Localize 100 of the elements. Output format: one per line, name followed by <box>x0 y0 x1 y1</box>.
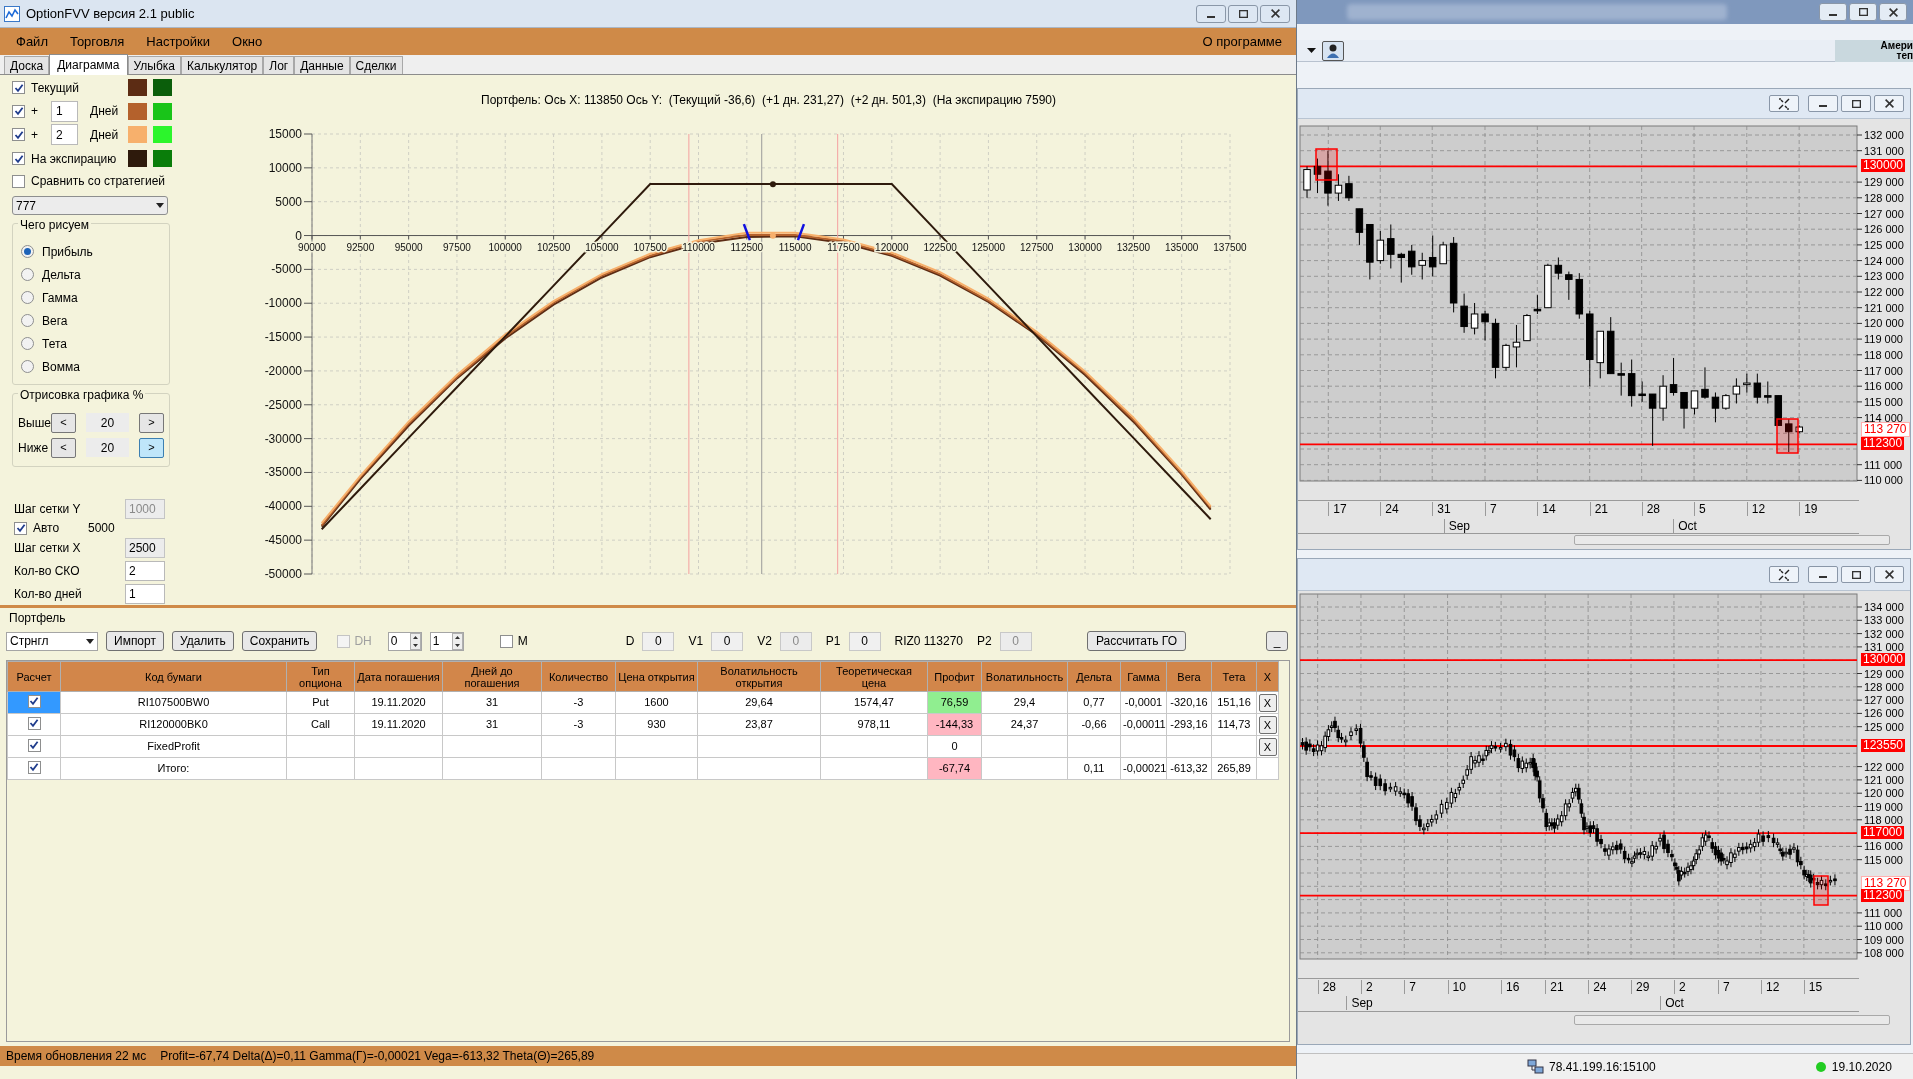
column-header[interactable]: Профит <box>927 661 982 692</box>
column-header[interactable]: Код бумаги <box>60 661 287 692</box>
increase-button[interactable]: > <box>139 437 164 458</box>
checkbox[interactable] <box>12 174 25 188</box>
color-swatch[interactable] <box>128 150 147 168</box>
checkbox[interactable] <box>27 716 41 730</box>
tab[interactable]: Лог <box>263 56 295 74</box>
checkbox[interactable] <box>12 152 25 166</box>
banner-ad[interactable]: Амери теп <box>1835 39 1913 62</box>
checkbox[interactable] <box>27 738 41 752</box>
checkbox[interactable] <box>12 128 25 142</box>
table-cell[interactable] <box>7 713 61 736</box>
minimize-button[interactable] <box>1819 3 1847 21</box>
column-header[interactable]: Дельта <box>1067 661 1121 692</box>
close-button[interactable] <box>1260 4 1290 23</box>
days-field[interactable]: 1 <box>51 100 78 122</box>
minimize-button[interactable] <box>1808 566 1838 583</box>
table-cell[interactable] <box>7 757 61 780</box>
input-field[interactable]: 0 <box>848 631 881 651</box>
maximize-button[interactable] <box>1849 3 1877 21</box>
color-swatch[interactable] <box>153 150 172 168</box>
increase-button[interactable]: > <box>139 412 164 433</box>
decrease-button[interactable]: < <box>51 412 76 433</box>
color-swatch[interactable] <box>153 126 172 144</box>
column-header[interactable]: Дней до погашения <box>442 661 542 692</box>
radio-button[interactable] <box>21 291 34 304</box>
close-button[interactable] <box>1874 95 1904 112</box>
checkbox[interactable] <box>27 694 41 708</box>
close-button[interactable] <box>1879 3 1907 21</box>
checkbox[interactable] <box>12 104 25 118</box>
maximize-button[interactable] <box>1841 95 1871 112</box>
color-swatch[interactable] <box>128 126 147 144</box>
radio-button[interactable] <box>21 245 34 258</box>
color-swatch[interactable] <box>153 102 172 120</box>
checkbox[interactable] <box>499 634 513 648</box>
checkbox[interactable] <box>14 521 27 535</box>
decrease-button[interactable]: < <box>51 437 76 458</box>
column-header[interactable]: Тета <box>1211 661 1257 692</box>
tab[interactable]: Улыбка <box>127 56 182 74</box>
toolbar-button[interactable]: Сохранить <box>241 631 318 651</box>
minimize-button[interactable] <box>1808 95 1838 112</box>
column-header[interactable]: Цена открытия <box>615 661 698 692</box>
color-swatch[interactable] <box>153 79 172 97</box>
person-button[interactable] <box>1322 40 1344 61</box>
number-spinner[interactable]: 0 <box>387 631 422 651</box>
scrollbar[interactable] <box>1574 1015 1890 1025</box>
menu-item[interactable]: Торговля <box>69 31 125 52</box>
maximize-button[interactable] <box>1228 4 1258 23</box>
table-cell[interactable] <box>7 735 61 758</box>
menu-item[interactable]: О программе <box>1202 31 1282 52</box>
input-field[interactable]: 0 <box>711 631 744 651</box>
input-field[interactable]: 2500 <box>125 537 165 558</box>
column-header[interactable]: Количество <box>541 661 616 692</box>
input-field[interactable]: 0 <box>642 631 675 651</box>
toolbar-button[interactable]: Удалить <box>171 631 234 651</box>
radio-button[interactable] <box>21 337 34 350</box>
value-field[interactable]: 20 <box>86 413 129 432</box>
minimize-button[interactable] <box>1196 4 1226 23</box>
caret-icon[interactable] <box>1307 48 1316 53</box>
input-field[interactable]: 1 <box>125 583 165 604</box>
remove-button[interactable]: X <box>1258 693 1277 712</box>
table-cell[interactable] <box>7 691 61 714</box>
column-header[interactable]: Тип опциона <box>286 661 355 692</box>
minimize-button[interactable]: _ <box>1266 631 1288 651</box>
checkbox[interactable] <box>12 81 25 95</box>
column-header[interactable]: Волатильность открытия <box>697 661 821 692</box>
tab[interactable]: Данные <box>294 56 350 74</box>
column-header[interactable]: Расчет <box>7 661 61 692</box>
column-header[interactable]: Дата погашения <box>354 661 443 692</box>
remove-button[interactable]: X <box>1258 737 1277 756</box>
radio-button[interactable] <box>21 360 34 373</box>
input-field[interactable]: 2 <box>125 560 165 581</box>
scrollbar[interactable] <box>1574 535 1890 545</box>
maximize-button[interactable] <box>1841 566 1871 583</box>
calculate-button[interactable]: Рассчитать ГО <box>1086 631 1186 651</box>
close-button[interactable] <box>1874 566 1904 583</box>
column-header[interactable]: Теоретическая цена <box>820 661 928 692</box>
column-header[interactable]: X <box>1256 661 1279 692</box>
column-header[interactable]: Волатильность <box>981 661 1068 692</box>
tab[interactable]: Диаграмма <box>49 54 128 75</box>
menu-item[interactable]: Файл <box>16 31 48 52</box>
unlink-button[interactable] <box>1769 95 1799 112</box>
radio-button[interactable] <box>21 314 34 327</box>
strategy-dropdown[interactable]: Стрнгл <box>6 631 98 651</box>
color-swatch[interactable] <box>128 79 147 97</box>
days-field[interactable]: 2 <box>51 124 78 146</box>
tab[interactable]: Доска <box>4 56 50 74</box>
number-spinner[interactable]: 1 <box>429 631 464 651</box>
strategy-dropdown[interactable]: 777 <box>12 196 168 215</box>
color-swatch[interactable] <box>128 102 147 120</box>
menu-item[interactable]: Окно <box>232 31 263 52</box>
menu-item[interactable]: Настройки <box>146 31 211 52</box>
tab[interactable]: Калькулятор <box>181 56 264 74</box>
column-header[interactable]: Вега <box>1166 661 1212 692</box>
column-header[interactable]: Гамма <box>1120 661 1167 692</box>
value-field[interactable]: 20 <box>86 438 129 457</box>
tab[interactable]: Сделки <box>349 56 403 74</box>
unlink-button[interactable] <box>1769 566 1799 583</box>
radio-button[interactable] <box>21 268 34 281</box>
remove-button[interactable]: X <box>1258 715 1277 734</box>
